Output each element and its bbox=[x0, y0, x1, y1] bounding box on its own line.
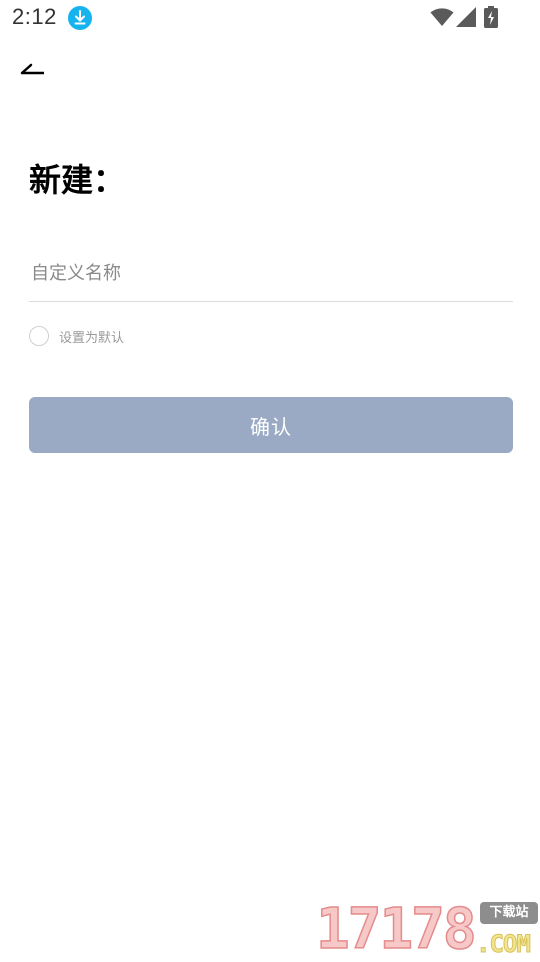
page-title: 新建： bbox=[29, 161, 126, 199]
signal-icon bbox=[456, 7, 476, 27]
back-arrow-icon bbox=[20, 63, 44, 75]
download-icon bbox=[68, 6, 92, 30]
custom-name-input[interactable] bbox=[29, 246, 513, 302]
watermark-digits: 17178 bbox=[315, 897, 477, 962]
watermark-suffix: .COM bbox=[476, 930, 532, 959]
confirm-button[interactable]: 确认 bbox=[29, 397, 513, 453]
set-default-radio[interactable]: 设置为默认 bbox=[29, 324, 124, 348]
watermark-badge: 下载站 bbox=[480, 902, 538, 924]
wifi-icon bbox=[430, 8, 454, 26]
radio-circle-icon[interactable] bbox=[29, 326, 49, 346]
battery-icon bbox=[484, 6, 498, 28]
back-button[interactable] bbox=[18, 56, 50, 80]
set-default-label: 设置为默认 bbox=[59, 330, 125, 346]
watermark-logo: 17178 下载站 .COM bbox=[315, 897, 540, 962]
status-time: 2:12 bbox=[12, 4, 57, 29]
status-bar: 2:12 bbox=[0, 0, 540, 36]
